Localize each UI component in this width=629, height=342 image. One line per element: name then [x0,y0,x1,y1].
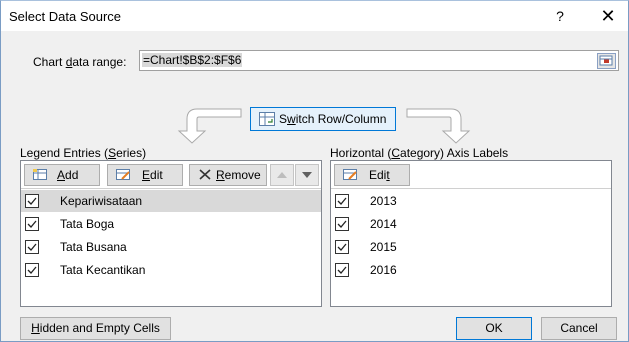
switch-row-column-label: Switch Row/Column [279,112,386,126]
list-item[interactable]: Tata Busana [21,236,321,258]
list-item[interactable]: 2013 [331,190,611,212]
legend-entries-label: Legend Entries (Series) [20,146,146,160]
remove-series-label: Remove [216,168,261,182]
label-part: emove [224,168,261,182]
series-checkbox[interactable] [25,217,39,231]
add-series-icon [33,169,47,180]
label-accel: w [287,112,296,126]
left-curved-arrow-icon [177,108,242,144]
list-item[interactable]: 2014 [331,213,611,235]
category-label: 2013 [370,194,397,208]
list-item[interactable]: 2015 [331,236,611,258]
label-part: dit [150,168,163,182]
list-item[interactable]: 2016 [331,259,611,281]
right-curved-arrow-icon [406,108,471,144]
add-series-button[interactable]: Add [24,164,100,186]
category-axis-labels-panel: Edit 2013 2014 2015 2016 [330,160,612,307]
legend-entries-panel: Add Edit Remove Kepariwisataan Tata Boga… [20,160,322,307]
remove-series-button[interactable]: Remove [189,164,267,186]
chart-data-range-value[interactable]: =Chart!$B$2:$F$6 [142,53,243,67]
edit-series-label: Edit [142,168,163,182]
edit-series-icon [116,169,130,180]
series-checkbox[interactable] [25,263,39,277]
collapse-dialog-icon[interactable] [597,53,616,69]
select-data-source-dialog: Select Data Source ? ✕ Chart data range:… [0,0,629,342]
label-part: Legend Entries ( [20,146,109,160]
edit-axis-label: Edit [369,168,390,182]
edit-axis-icon [343,169,357,180]
label-part: idden and Empty Cells [39,321,160,335]
label-accel: R [216,168,225,182]
chart-data-range-label: Chart data range: [33,55,126,69]
title-bar: Select Data Source ? ✕ [1,1,628,31]
category-checkbox[interactable] [335,194,349,208]
close-button[interactable]: ✕ [593,5,623,27]
label-part: Edi [369,168,387,182]
series-label: Kepariwisataan [60,194,143,208]
hidden-empty-cells-button[interactable]: Hidden and Empty Cells [20,317,171,340]
category-checkbox[interactable] [335,240,349,254]
label-part: S [279,112,288,126]
category-label: 2015 [370,240,397,254]
move-up-button[interactable] [270,164,294,186]
label-part: Chart [33,55,66,69]
legend-toolbar: Add Edit Remove [21,161,321,189]
list-item[interactable]: Tata Boga [21,213,321,235]
label-part: dd [65,168,79,182]
edit-axis-labels-button[interactable]: Edit [334,164,410,186]
list-item[interactable]: Tata Kecantikan [21,259,321,281]
category-checkbox[interactable] [335,217,349,231]
series-checkbox[interactable] [25,240,39,254]
label-accel: C [391,146,401,160]
series-label: Tata Boga [60,217,115,231]
label-part: Horizontal ( [330,146,392,160]
cancel-button[interactable]: Cancel [541,317,617,340]
label-accel: H [31,321,40,335]
label-accel: t [386,168,390,182]
axis-toolbar: Edit [331,161,611,189]
chart-data-range-input[interactable]: =Chart!$B$2:$F$6 [139,50,619,71]
ok-button[interactable]: OK [456,317,532,340]
label-accel: A [57,168,66,182]
remove-icon [198,169,212,180]
label-part: itch Row/Column [295,112,387,126]
category-checkbox[interactable] [335,263,349,277]
series-label: Tata Busana [60,240,127,254]
category-label: 2016 [370,263,397,277]
label-accel: S [108,146,117,160]
label-part: ata range: [72,55,127,69]
edit-series-button[interactable]: Edit [107,164,183,186]
series-checkbox[interactable] [25,194,39,208]
dialog-title: Select Data Source [9,9,122,24]
switch-row-column-button[interactable]: Switch Row/Column [250,107,396,131]
series-label: Tata Kecantikan [60,263,146,277]
move-down-icon [302,172,312,178]
move-down-button[interactable] [295,164,319,186]
list-item[interactable]: Kepariwisataan [21,190,321,212]
help-button[interactable]: ? [545,5,575,27]
label-accel: E [142,168,151,182]
category-axis-labels-label: Horizontal (Category) Axis Labels [330,146,508,160]
add-series-label: Add [57,168,78,182]
move-up-icon [277,172,287,178]
label-part: ategory) Axis Labels [400,146,509,160]
category-label: 2014 [370,217,397,231]
switch-row-column-icon [259,112,275,126]
label-part: eries) [116,146,147,160]
